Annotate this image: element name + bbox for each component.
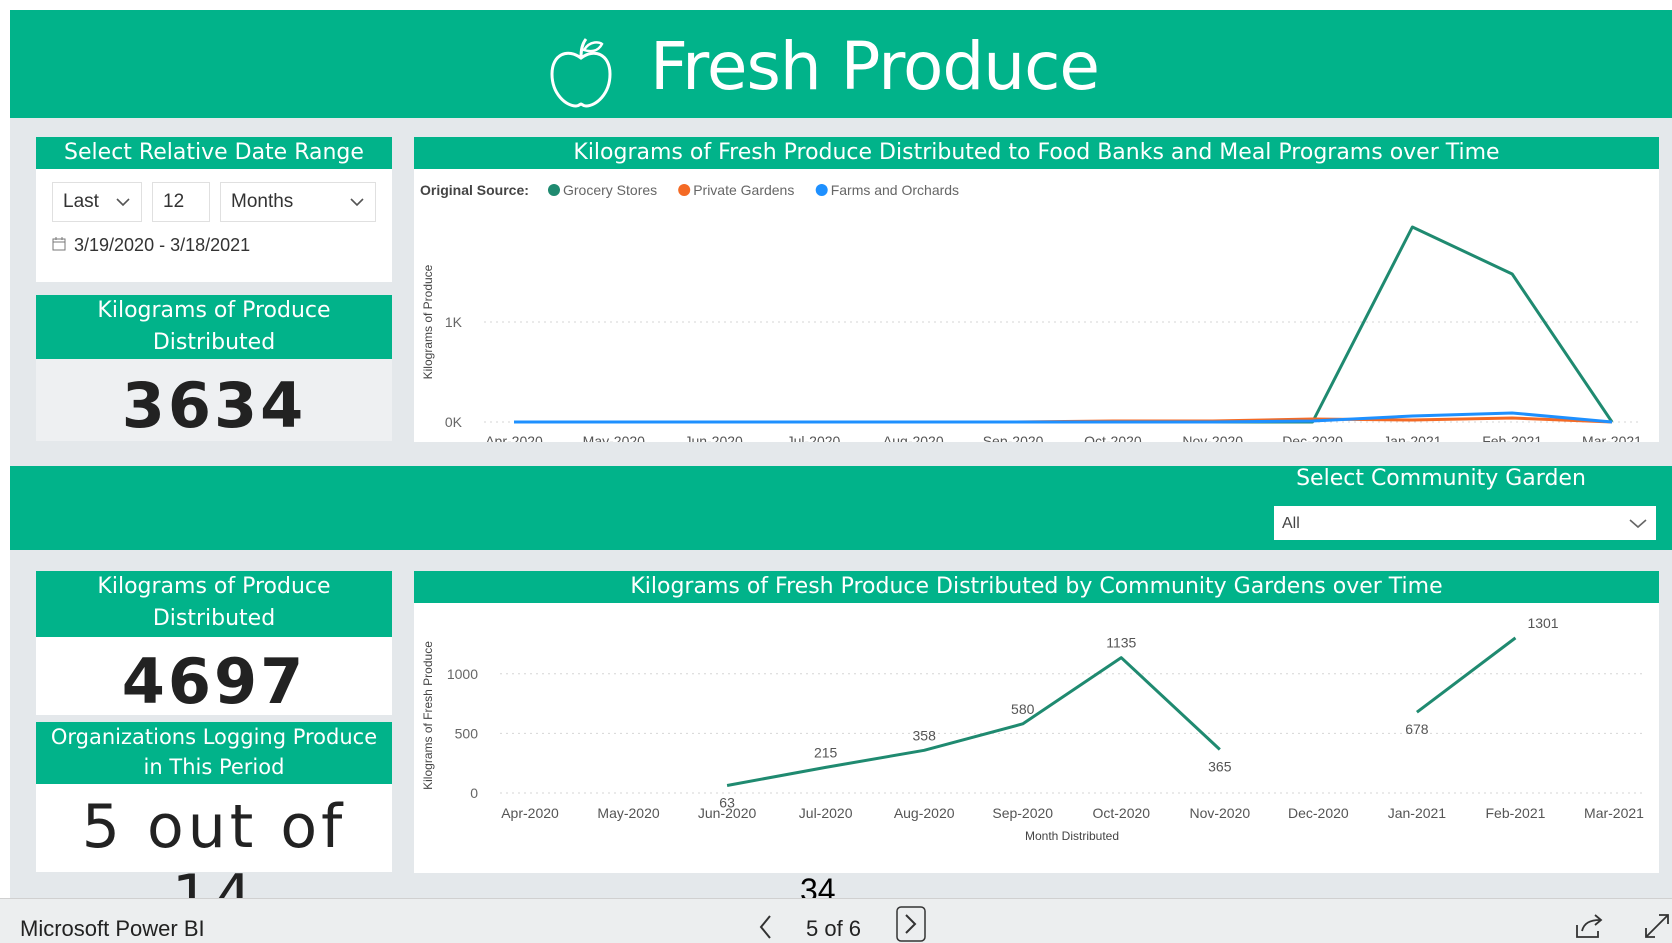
- series-line: [726, 656, 1221, 787]
- data-label: 678: [1405, 721, 1429, 737]
- x-tick-label: Nov-2020: [1182, 433, 1243, 442]
- kpi-organizations: Organizations Logging Produce in This Pe…: [36, 722, 392, 932]
- legend-marker: [548, 184, 560, 196]
- x-tick-label: Jun-2020: [684, 433, 743, 442]
- page-title: Fresh Produce: [650, 28, 1100, 105]
- legend-marker: [815, 184, 828, 196]
- chart-food-banks: Kilograms of Fresh Produce Distributed t…: [414, 137, 1659, 442]
- legend-label: Grocery Stores: [563, 182, 657, 198]
- x-tick-label: Feb-2021: [1482, 433, 1542, 442]
- next-page-icon[interactable]: [895, 905, 927, 943]
- relative-unit-dropdown[interactable]: Months: [220, 182, 376, 222]
- x-tick-label: Jan-2021: [1388, 805, 1447, 821]
- x-tick-label: Oct-2020: [1092, 805, 1150, 821]
- kpi-title: Organizations Logging Produce in This Pe…: [36, 722, 392, 784]
- report-header: Fresh Produce: [10, 10, 1672, 118]
- garden-dropdown-value: All: [1282, 515, 1300, 532]
- chevron-down-icon: [1629, 519, 1647, 529]
- chevron-down-icon: [350, 198, 364, 207]
- x-tick-label: Mar-2021: [1582, 433, 1642, 442]
- y-axis-title: Kilograms of Fresh Produce: [421, 641, 435, 790]
- date-range-slicer: Select Relative Date Range Last 12 Month…: [36, 137, 392, 282]
- fullscreen-icon[interactable]: [1644, 911, 1670, 939]
- garden-filter-title: Select Community Garden: [1296, 466, 1586, 491]
- x-tick-label: Sep-2020: [992, 805, 1053, 821]
- x-tick-label: Nov-2020: [1189, 805, 1250, 821]
- powerbi-footer: Microsoft Power BI 5 of 6: [0, 898, 1672, 943]
- y-tick-label: 0: [470, 785, 478, 801]
- previous-page-icon[interactable]: [756, 913, 776, 941]
- x-tick-label: Feb-2021: [1485, 805, 1545, 821]
- kpi-value: 3634: [121, 369, 307, 442]
- relative-mode-dropdown[interactable]: Last: [52, 182, 142, 222]
- x-tick-label: Oct-2020: [1084, 433, 1142, 442]
- kpi-kilograms-bottom: Kilograms of Produce Distributed 4697: [36, 571, 392, 718]
- chart-community-gardens: Kilograms of Fresh Produce Distributed b…: [414, 571, 1659, 873]
- date-range-text: 3/19/2020 - 3/18/2021: [74, 235, 251, 255]
- series-line: [1416, 636, 1517, 714]
- kpi-value: 4697: [121, 645, 307, 718]
- x-tick-label: Dec-2020: [1282, 433, 1343, 442]
- relative-unit-value: Months: [231, 191, 294, 212]
- chart-food-banks-plot: Original Source: Grocery Stores Private Ga…: [420, 182, 1642, 442]
- y-tick-label: 0K: [445, 414, 463, 430]
- calendar-icon: [52, 237, 66, 251]
- y-tick-label: 500: [455, 725, 479, 741]
- x-tick-label: May-2020: [583, 433, 645, 442]
- x-tick-label: Aug-2020: [883, 433, 944, 442]
- x-tick-label: May-2020: [597, 805, 659, 821]
- legend-label: Private Gardens: [693, 182, 794, 198]
- legend-title: Original Source:: [420, 182, 529, 198]
- chevron-down-icon: [116, 198, 130, 207]
- x-tick-label: Aug-2020: [894, 805, 955, 821]
- relative-mode-value: Last: [63, 191, 99, 212]
- relative-count-input[interactable]: 12: [152, 182, 210, 222]
- x-tick-label: Mar-2021: [1584, 805, 1644, 821]
- garden-filter-band: Select Community Garden All: [10, 466, 1672, 550]
- x-tick-label: Apr-2020: [485, 433, 543, 442]
- x-tick-label: Jul-2020: [799, 805, 853, 821]
- x-tick-label: Apr-2020: [501, 805, 559, 821]
- chart-community-gardens-plot: 05001000Apr-2020 May-2020 Jun-2020 Jul-2020…: [421, 615, 1644, 843]
- brand-label: Microsoft Power BI: [20, 916, 205, 941]
- chart-title: Kilograms of Fresh Produce Distributed t…: [414, 137, 1659, 169]
- data-label: 215: [814, 744, 838, 760]
- data-label: 1135: [1106, 635, 1136, 651]
- x-axis-title: Month Distributed: [1025, 829, 1119, 843]
- kpi-title: Kilograms of Produce Distributed: [36, 571, 392, 637]
- data-label: 580: [1011, 701, 1035, 717]
- x-tick-label: Sep-2020: [983, 433, 1044, 442]
- relative-count-value: 12: [163, 191, 185, 212]
- kpi-kilograms-top: Kilograms of Produce Distributed 3634: [36, 295, 392, 442]
- y-axis-title: Kilograms of Produce: [421, 264, 435, 379]
- kpi-title: Kilograms of Produce Distributed: [36, 295, 392, 359]
- y-tick-label: 1000: [447, 666, 478, 682]
- data-label: 63: [719, 794, 735, 810]
- page-indicator: 5 of 6: [806, 916, 862, 941]
- data-label: 365: [1208, 758, 1232, 774]
- legend-label: Farms and Orchards: [831, 182, 959, 198]
- legend-marker: [678, 184, 691, 196]
- x-tick-label: Dec-2020: [1288, 805, 1349, 821]
- data-label: 1301: [1527, 615, 1558, 631]
- y-tick-label: 1K: [445, 314, 463, 330]
- apple-icon: [550, 38, 612, 108]
- share-icon[interactable]: [1574, 913, 1604, 939]
- x-tick-label: Jul-2020: [787, 433, 841, 442]
- x-tick-label: Jan-2021: [1383, 433, 1442, 442]
- series-line: [514, 225, 1614, 424]
- garden-dropdown[interactable]: All: [1274, 506, 1656, 540]
- chart-title: Kilograms of Fresh Produce Distributed b…: [414, 571, 1659, 603]
- data-label: 358: [913, 727, 937, 743]
- date-range-title: Select Relative Date Range: [36, 137, 392, 169]
